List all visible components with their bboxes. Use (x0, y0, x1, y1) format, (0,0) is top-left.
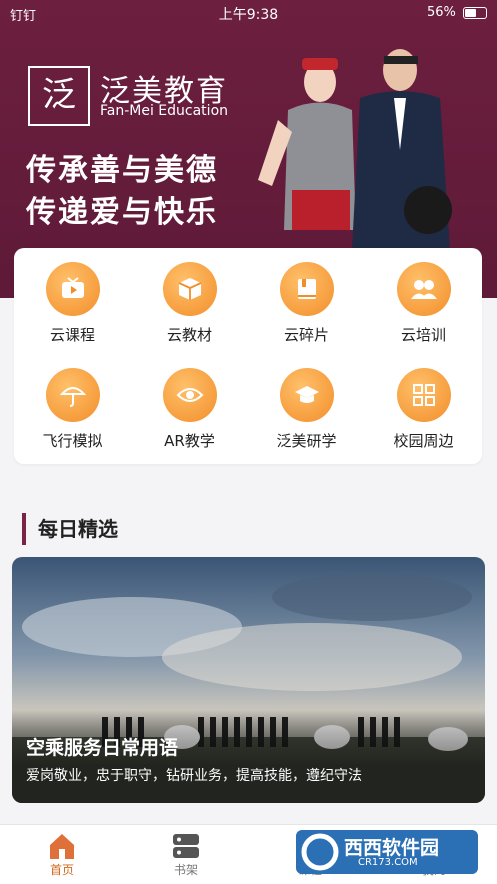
menu-item-0[interactable]: 云课程 (14, 262, 131, 345)
status-time: 上午9:38 (218, 7, 279, 23)
status-right: 56% (427, 5, 487, 20)
menu-item-3[interactable]: 云培训 (365, 262, 482, 345)
menu-item-7[interactable]: 校园周边 (365, 368, 482, 451)
crew-illustration (258, 49, 452, 250)
bookshelf-icon (173, 834, 199, 858)
watermark-url: CR173.COM (358, 857, 418, 868)
feature-menu-card: 云课程 云教材 云碎片 云培训飞行模拟 AR教学 泛美研学 校园周边 (14, 248, 482, 464)
box-icon (162, 262, 217, 316)
grid-icon (396, 368, 451, 422)
menu-item-4[interactable]: 飞行模拟 (14, 368, 131, 451)
slogan-line-1: 传承善与美德 (26, 153, 218, 188)
featured-article-card[interactable]: 空乘服务日常用语 爱岗敬业，忠于职守，钻研业务，提高技能，遵纪守法 (12, 557, 485, 803)
group-icon (396, 262, 451, 316)
menu-grid: 云课程 云教材 云碎片 云培训飞行模拟 AR教学 泛美研学 校园周边 (14, 248, 482, 464)
brand-logo: 泛 (28, 66, 90, 126)
menu-item-label: 云碎片 (283, 326, 329, 344)
slogan-line-2: 传递爱与快乐 (26, 195, 218, 230)
tv-icon (45, 262, 100, 316)
menu-item-5[interactable]: AR教学 (131, 368, 248, 451)
section-title: 每日精选 (22, 513, 118, 545)
status-bar: 钉钉 上午9:38 56% (0, 0, 497, 26)
umbrella-icon (45, 368, 100, 422)
battery-icon (463, 6, 487, 19)
home-icon (50, 834, 74, 859)
graduation-cap-icon (279, 368, 334, 422)
menu-item-label: 泛美研学 (276, 432, 337, 450)
battery-percent: 56% (426, 5, 456, 20)
menu-item-label: 飞行模拟 (42, 432, 103, 450)
tab-home[interactable]: 首页 (12, 831, 112, 878)
menu-item-label: 校园周边 (393, 432, 454, 450)
site-watermark: 西西软件园 CR173.COM (296, 830, 478, 874)
brand-name-en: Fan-Mei Education (100, 103, 229, 119)
watermark-text: 西西软件园 (344, 837, 440, 859)
book-icon (279, 262, 334, 316)
featured-subtitle: 爱岗敬业，忠于职守，钻研业务，提高技能，遵纪守法 (26, 768, 362, 784)
tab-bookshelf-label: 书架 (173, 863, 198, 877)
menu-item-1[interactable]: 云教材 (131, 262, 248, 345)
menu-item-label: 云培训 (400, 326, 446, 344)
menu-item-label: AR教学 (164, 432, 215, 450)
menu-item-label: 云课程 (49, 326, 95, 344)
featured-title: 空乘服务日常用语 (26, 737, 179, 759)
watermark-logo-icon (301, 833, 339, 871)
menu-item-label: 云教材 (166, 326, 212, 344)
tab-bookshelf[interactable]: 书架 (136, 831, 236, 878)
eye-icon (162, 368, 217, 422)
tab-home-label: 首页 (49, 863, 74, 877)
menu-item-2[interactable]: 云碎片 (248, 262, 365, 345)
menu-item-6[interactable]: 泛美研学 (248, 368, 365, 451)
